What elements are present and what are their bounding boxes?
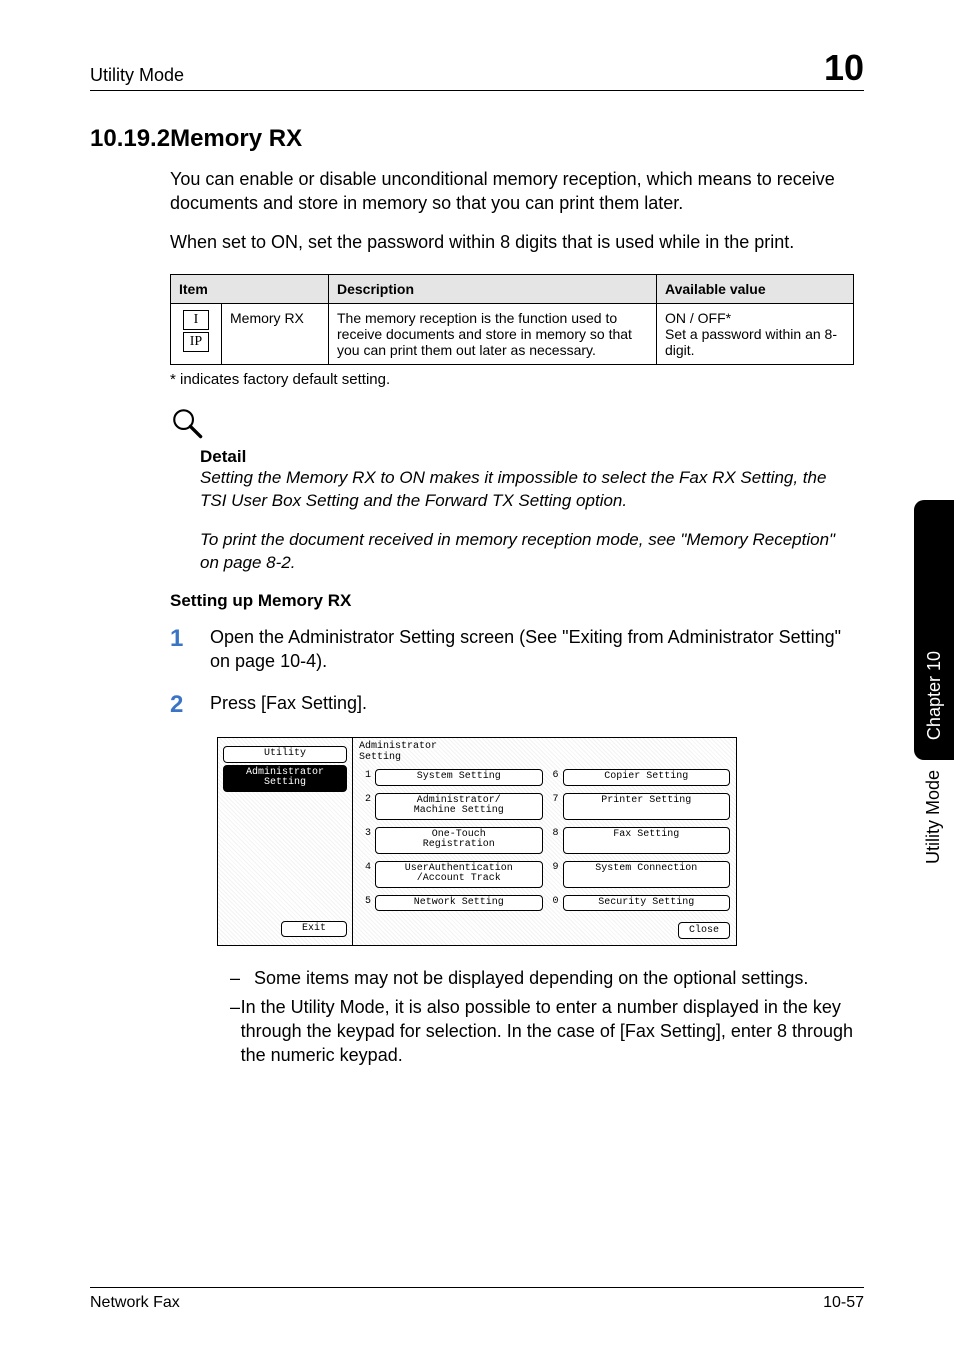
spec-table: Item Description Available value I IP Me…: [170, 274, 854, 365]
th-description: Description: [329, 274, 657, 303]
admin-setting-screenshot: Utility Administrator Setting Exit Admin…: [217, 737, 737, 946]
footer-left: Network Fax: [90, 1294, 180, 1312]
user-auth-button[interactable]: UserAuthentication /Account Track: [375, 861, 543, 888]
row-description: The memory reception is the function use…: [329, 303, 657, 364]
side-chapter-tab: Chapter 10: [914, 500, 954, 760]
grid-num: 9: [547, 859, 559, 890]
page-header: Utility Mode 10: [90, 50, 864, 91]
dash-icon: –: [230, 995, 241, 1068]
screenshot-button-grid: 1 System Setting 6 Copier Setting 2 Admi…: [359, 767, 730, 913]
screenshot-left-panel: Utility Administrator Setting Exit: [218, 738, 353, 945]
list-item: – In the Utility Mode, it is also possib…: [230, 995, 854, 1068]
magnifier-icon: [170, 406, 864, 445]
printer-setting-button[interactable]: Printer Setting: [563, 793, 731, 820]
header-chapter-number: 10: [824, 50, 864, 86]
row-available: ON / OFF* Set a password within an 8-dig…: [657, 303, 854, 364]
row-icon-cell: I IP: [171, 303, 222, 364]
grid-num: 3: [359, 825, 371, 856]
grid-num: 5: [359, 893, 371, 914]
utility-button[interactable]: Utility: [223, 746, 347, 763]
step-number: 1: [170, 625, 210, 674]
grid-num: 7: [547, 791, 559, 822]
icon-ip: IP: [183, 332, 209, 352]
page-footer: Network Fax 10-57: [90, 1287, 864, 1312]
screenshot-right-panel: Administrator Setting 1 System Setting 6…: [353, 738, 736, 945]
note-text: Some items may not be displayed dependin…: [254, 966, 808, 990]
grid-num: 1: [359, 767, 371, 788]
grid-num: 4: [359, 859, 371, 890]
screenshot-title: Administrator Setting: [359, 742, 730, 763]
table-footnote: * indicates factory default setting.: [170, 371, 864, 388]
procedure-heading: Setting up Memory RX: [170, 591, 864, 611]
one-touch-reg-button[interactable]: One-Touch Registration: [375, 827, 543, 854]
exit-button[interactable]: Exit: [281, 921, 347, 938]
dash-icon: –: [230, 966, 254, 990]
grid-num: 2: [359, 791, 371, 822]
fax-setting-button[interactable]: Fax Setting: [563, 827, 731, 854]
step-1: 1 Open the Administrator Setting screen …: [170, 625, 864, 674]
detail-label: Detail: [200, 447, 864, 467]
list-item: – Some items may not be displayed depend…: [230, 966, 854, 990]
side-mode-label: Utility Mode: [923, 770, 944, 864]
admin-machine-setting-button[interactable]: Administrator/ Machine Setting: [375, 793, 543, 820]
table-row: I IP Memory RX The memory reception is t…: [171, 303, 854, 364]
icon-internet: I: [183, 310, 209, 330]
close-button[interactable]: Close: [678, 922, 730, 939]
note-text: In the Utility Mode, it is also possible…: [241, 995, 854, 1068]
grid-num: 8: [547, 825, 559, 856]
step-number: 2: [170, 691, 210, 719]
copier-setting-button[interactable]: Copier Setting: [563, 769, 731, 786]
intro-paragraph-1: You can enable or disable unconditional …: [170, 167, 854, 216]
notes-list: – Some items may not be displayed depend…: [230, 966, 854, 1067]
step-2: 2 Press [Fax Setting].: [170, 691, 864, 719]
system-connection-button[interactable]: System Connection: [563, 861, 731, 888]
detail-paragraph-1: Setting the Memory RX to ON makes it imp…: [200, 467, 854, 513]
step-text: Press [Fax Setting].: [210, 691, 864, 719]
admin-setting-button[interactable]: Administrator Setting: [223, 765, 347, 792]
detail-paragraph-2: To print the document received in memory…: [200, 529, 854, 575]
grid-num: 0: [547, 893, 559, 914]
th-item: Item: [171, 274, 329, 303]
row-name: Memory RX: [222, 303, 329, 364]
header-section-name: Utility Mode: [90, 65, 184, 86]
footer-right: 10-57: [823, 1294, 864, 1312]
intro-paragraph-2: When set to ON, set the password within …: [170, 230, 854, 254]
security-setting-button[interactable]: Security Setting: [563, 895, 731, 912]
side-chapter-label: Chapter 10: [924, 651, 945, 750]
step-text: Open the Administrator Setting screen (S…: [210, 625, 864, 674]
system-setting-button[interactable]: System Setting: [375, 769, 543, 786]
section-heading: 10.19.2Memory RX: [90, 125, 864, 153]
th-available: Available value: [657, 274, 854, 303]
grid-num: 6: [547, 767, 559, 788]
network-setting-button[interactable]: Network Setting: [375, 895, 543, 912]
